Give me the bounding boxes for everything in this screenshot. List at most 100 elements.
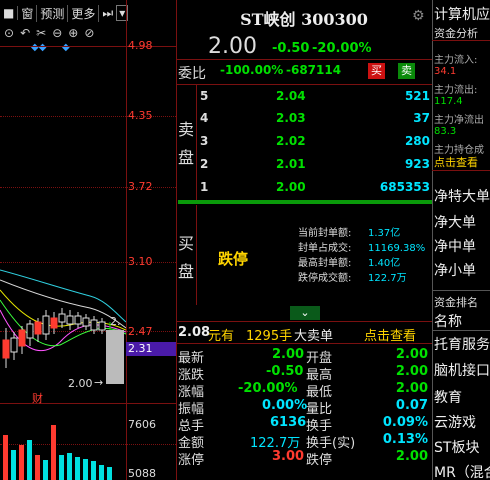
divider: [432, 40, 490, 41]
click-view-link[interactable]: 点击查看: [434, 154, 478, 170]
ask-row-5[interactable]: 5 2.04 521: [176, 86, 432, 108]
sector-item[interactable]: 教育: [434, 387, 462, 407]
selection-box: [106, 330, 124, 384]
stat-row: 涨停 3.00 跌停 2.00: [178, 449, 428, 468]
volume-bars: [3, 425, 112, 480]
low-arrow-icon: →: [94, 376, 104, 389]
gear-icon[interactable]: ⚙: [412, 8, 425, 24]
price-axis-label: 4.98: [128, 39, 153, 52]
chart-tools: ⊙ ↶ ✂ ⊖ ⊕ ⊘: [4, 26, 94, 40]
net-small: 净小单: [434, 263, 476, 279]
buy-button[interactable]: 买: [368, 63, 385, 79]
candlestick-area: [0, 269, 126, 384]
main-inflow-value: 34.1: [434, 66, 457, 77]
ask-row-2[interactable]: 2 2.01 923: [176, 154, 432, 176]
stock-title: ST峡创 300300: [240, 10, 368, 29]
low-price-marker: 2.00: [68, 377, 93, 390]
big-order-type: 大卖单: [294, 329, 334, 344]
divider: [176, 321, 432, 322]
expand-chevron-icon[interactable]: ⌄: [290, 306, 320, 320]
big-order-price: 2.08: [178, 325, 211, 340]
toolbar-item-more[interactable]: 更多: [68, 4, 100, 22]
divider: [432, 330, 490, 331]
grid-line: [0, 403, 176, 404]
stat-row: 总手 6136 换手 0.09%: [178, 415, 428, 434]
buy-side-label: 买 盘: [178, 234, 195, 281]
ask-row-3[interactable]: 3 2.02 280: [176, 131, 432, 153]
axis-divider: [126, 0, 127, 480]
seal-info-labels: 当前封单额: 封单占成交: 最高封单额: 跌停成交额:: [298, 228, 352, 284]
last-price-marker: 2.: [110, 315, 121, 328]
main-outflow-value: 117.4: [434, 96, 463, 107]
committee-pct: -100.00%: [220, 63, 284, 77]
net-medium: 净中单: [434, 239, 476, 255]
divider: [176, 84, 432, 85]
stat-row: 振幅 0.00% 量比 0.07: [178, 398, 428, 417]
diamond-marker-icon: ◆◆: [31, 42, 47, 53]
big-order-unit: 元有: [208, 329, 235, 344]
ask-row-4[interactable]: 4 2.03 37: [176, 108, 432, 130]
fund-analysis-pane: 计算机应 资金分析 主力流入: 34.1 主力流出: 117.4 主力净流出 8…: [432, 0, 490, 480]
stat-row: 最新 2.00 开盘 2.00: [178, 347, 428, 366]
main-net-label: 主力净流出: [434, 115, 484, 126]
sector-item[interactable]: 云游戏: [434, 412, 476, 432]
diamond-marker-icon: ◆: [62, 42, 70, 53]
current-price-tag: 2.31: [126, 342, 176, 356]
rank-header: 资金排名: [434, 296, 478, 309]
sector-item[interactable]: 脑机接口: [434, 360, 490, 380]
sell-button[interactable]: 卖: [398, 63, 415, 79]
divider: [176, 343, 432, 344]
main-net-value: 83.3: [434, 126, 457, 137]
ma-line-yellow: [0, 289, 126, 331]
quote-pane: ST峡创 300300 ⚙ 2.00 -0.50 -20.00% 委比 -100…: [176, 0, 432, 480]
committee-row: 委比 -100.00% -687114: [176, 61, 432, 82]
chart-toolbar: ■ 窗 预测 更多 ⏭ ▾: [0, 2, 129, 24]
ask-row-1[interactable]: 1 2.00 685353: [176, 177, 432, 199]
price-axis-label: 3.72: [128, 180, 153, 193]
sector-item[interactable]: ST板块: [434, 437, 479, 457]
event-marker[interactable]: 财: [32, 390, 43, 406]
divider: [176, 59, 432, 60]
price-change-pct: -20.00%: [312, 41, 372, 56]
price-axis-label: 4.35: [128, 109, 153, 122]
toolbar-item-block[interactable]: ■: [0, 6, 19, 20]
big-order-link[interactable]: 点击查看: [364, 325, 416, 344]
stat-row: 金额 122.7万 换手(实) 0.13%: [178, 432, 428, 451]
fund-analysis-header: 资金分析: [434, 27, 478, 40]
toolbar-skip-icon[interactable]: ⏭: [99, 6, 116, 21]
cancel-icon[interactable]: ⊘: [84, 26, 94, 40]
main-inflow-label: 主力流入:: [434, 55, 478, 66]
main-outflow-label: 主力流出:: [434, 85, 478, 96]
stat-row: 涨幅 -20.00% 最低 2.00: [178, 381, 428, 400]
sector-item[interactable]: MR（混合: [434, 462, 490, 480]
price-axis-label: 3.10: [128, 255, 153, 268]
sector-item[interactable]: 托育服务: [434, 334, 490, 354]
seal-info-values: 1.37亿 11169.38% 1.40亿 122.7万: [368, 228, 426, 284]
zoom-in-icon[interactable]: ⊕: [68, 26, 78, 40]
pane-divider: [432, 0, 433, 480]
undo-icon[interactable]: ↶: [20, 26, 30, 40]
price-axis-label: 2.47: [128, 325, 153, 338]
toolbar-item-window[interactable]: 窗: [18, 4, 38, 22]
scissors-icon[interactable]: ✂: [36, 26, 46, 40]
kline-chart-pane[interactable]: ■ 窗 预测 更多 ⏭ ▾ ⊙ ↶ ✂ ⊖ ⊕ ⊘ ◆◆ ◆ 4.98 4.35…: [0, 0, 176, 480]
target-icon[interactable]: ⊙: [4, 26, 14, 40]
price-change: -0.50: [272, 41, 310, 56]
toolbar-item-forecast[interactable]: 预测: [37, 4, 69, 22]
divider: [432, 290, 490, 291]
net-super-large: 净特大单: [434, 189, 490, 205]
rank-column-name[interactable]: 名称: [434, 311, 462, 331]
zoom-out-icon[interactable]: ⊖: [52, 26, 62, 40]
divider: [196, 205, 197, 305]
volume-axis-label: 7606: [128, 418, 156, 431]
bid-ask-ratio-bar: [178, 200, 432, 204]
limit-down-text: 跌停: [218, 250, 249, 268]
committee-diff: -687114: [286, 63, 342, 77]
net-large: 净大单: [434, 215, 476, 231]
sector-header[interactable]: 计算机应: [434, 4, 490, 24]
big-order-row[interactable]: 2.08 元有 1295手 大卖单 点击查看: [176, 323, 432, 344]
committee-label: 委比: [178, 66, 206, 82]
big-order-qty: 1295手: [246, 329, 293, 344]
stat-row: 涨跌 -0.50 最高 2.00: [178, 364, 428, 383]
divider: [432, 170, 490, 171]
